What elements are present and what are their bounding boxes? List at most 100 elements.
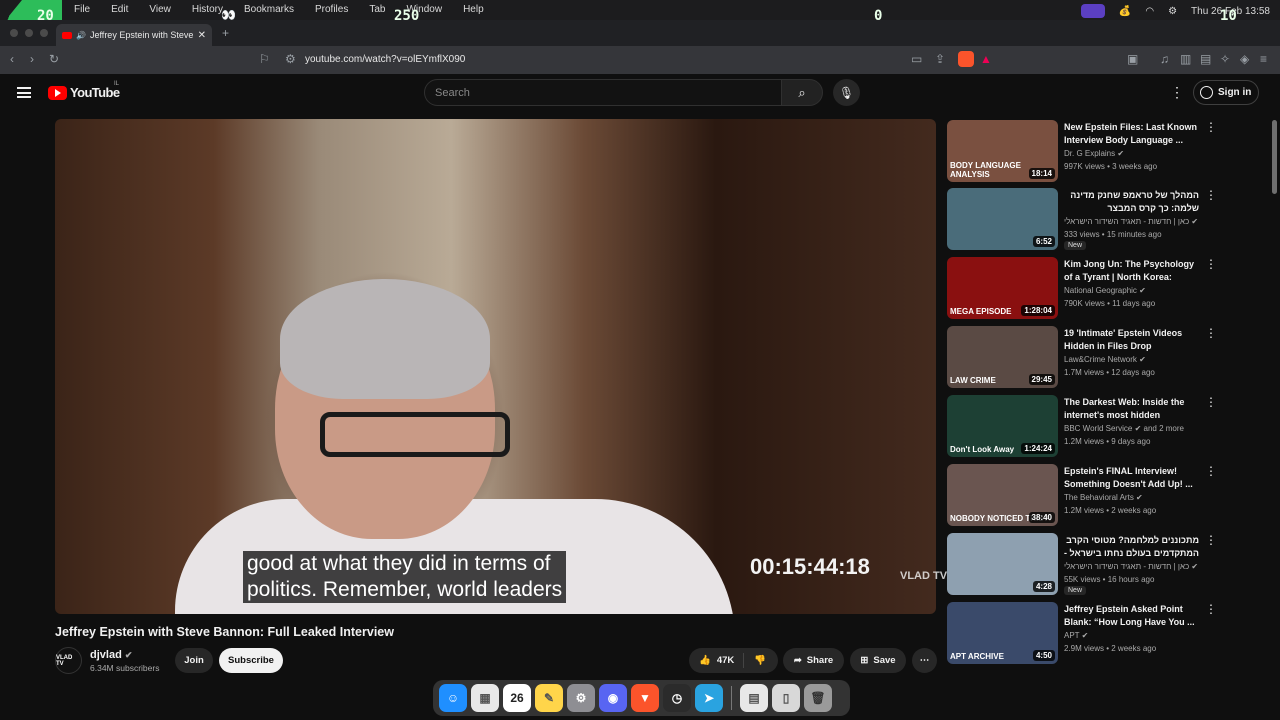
media-icon[interactable]: ♫: [1160, 52, 1169, 66]
calendar-icon[interactable]: 26: [503, 684, 531, 712]
brave-rewards-icon[interactable]: ▲: [980, 52, 992, 66]
recommendation-item[interactable]: NOBODY NOTICED THIS?! 38:40 Epstein's FINA…: [947, 464, 1277, 526]
more-options-icon[interactable]: ⋮: [1170, 84, 1184, 101]
launchpad-icon[interactable]: ▦: [471, 684, 499, 712]
recommendation-channel[interactable]: BBC World Service ✔ and 2 more: [1064, 424, 1184, 433]
recommendation-menu-icon[interactable]: ⋮: [1205, 395, 1217, 409]
leo-icon[interactable]: ✧: [1220, 52, 1230, 66]
recommendation-title[interactable]: 19 'Intimate' Epstein Videos Hidden in F…: [1064, 327, 1199, 353]
telegram-icon[interactable]: ➤: [695, 684, 723, 712]
address-bar[interactable]: youtube.com/watch?v=olEYmflX090: [305, 54, 465, 65]
menu-tab[interactable]: Tab: [369, 4, 385, 15]
wallet-icon[interactable]: ▤: [1200, 52, 1211, 66]
like-button[interactable]: 👍 47K: [689, 653, 744, 668]
wifi-icon[interactable]: ◠: [1145, 6, 1154, 17]
recommendation-item[interactable]: Don't Look Away 1:24:24 The Darkest Web: I…: [947, 395, 1277, 457]
recommendation-menu-icon[interactable]: ⋮: [1205, 120, 1217, 134]
browser-menu-icon[interactable]: ≡: [1260, 52, 1267, 66]
recommendation-title[interactable]: Kim Jong Un: The Psychology of a Tyrant …: [1064, 258, 1199, 284]
recommendation-thumbnail[interactable]: 6:52: [947, 188, 1058, 250]
recommendation-menu-icon[interactable]: ⋮: [1205, 533, 1217, 547]
recommendation-thumbnail[interactable]: NOBODY NOTICED THIS?! 38:40: [947, 464, 1058, 526]
recommendation-title[interactable]: New Epstein Files: Last Known Interview …: [1064, 121, 1199, 147]
recommendation-thumbnail[interactable]: MEGA EPISODE 1:28:04: [947, 257, 1058, 319]
recommendation-channel[interactable]: כאן | חדשות - תאגיד השידור הישראלי ✔: [1064, 562, 1198, 571]
recommendation-item[interactable]: 4:28 מתכוננים למלחמה? מטוסי הקרב המתקדמים…: [947, 533, 1277, 595]
youtube-logo[interactable]: YouTube IL: [48, 81, 120, 100]
recommendation-item[interactable]: 6:52 המהלך של טראמפ שחנק מדינה שלמה: כך ק…: [947, 188, 1277, 250]
speaker-icon[interactable]: 🔊: [76, 31, 86, 40]
recommendation-channel[interactable]: כאן | חדשות - תאגיד השידור הישראלי ✔: [1064, 217, 1198, 226]
recommendation-menu-icon[interactable]: ⋮: [1205, 257, 1217, 271]
search-icon[interactable]: ⌕: [781, 79, 823, 106]
close-tab-icon[interactable]: ✕: [198, 30, 206, 41]
recommendation-menu-icon[interactable]: ⋮: [1205, 602, 1217, 616]
window-icon[interactable]: ▤: [740, 684, 768, 712]
file-icon[interactable]: ▯: [772, 684, 800, 712]
recommendation-thumbnail[interactable]: BODY LANGUAGE ANALYSIS 18:14: [947, 120, 1058, 182]
more-actions-icon[interactable]: ⋯: [912, 648, 937, 673]
recommendation-thumbnail[interactable]: LAW CRIME 29:45: [947, 326, 1058, 388]
site-info-icon[interactable]: ⚙: [285, 52, 296, 66]
recommendation-item[interactable]: APT ARCHIVE 4:50 Jeffrey Epstein Asked Poi…: [947, 602, 1277, 664]
recommendation-title[interactable]: מתכוננים למלחמה? מטוסי הקרב המתקדמים בעו…: [1064, 534, 1199, 560]
guide-menu-icon[interactable]: [17, 87, 31, 98]
share-button[interactable]: ➦ Share: [783, 648, 844, 673]
recommendation-thumbnail[interactable]: Don't Look Away 1:24:24: [947, 395, 1058, 457]
finder-icon[interactable]: ☺: [439, 684, 467, 712]
new-tab-icon[interactable]: +: [222, 26, 229, 40]
recommendation-menu-icon[interactable]: ⋮: [1205, 326, 1217, 340]
control-center-icon[interactable]: ⚙: [1168, 6, 1177, 17]
recommendation-title[interactable]: The Darkest Web: Inside the internet's m…: [1064, 396, 1199, 422]
join-button[interactable]: Join: [175, 648, 213, 673]
recommendation-item[interactable]: LAW CRIME 29:45 19 'Intimate' Epstein Vide…: [947, 326, 1277, 388]
recommendation-channel[interactable]: APT ✔: [1064, 631, 1088, 640]
recommendation-title[interactable]: המהלך של טראמפ שחנק מדינה שלמה: כך קרס ה…: [1064, 189, 1199, 215]
recommendation-channel[interactable]: The Behavioral Arts ✔: [1064, 493, 1143, 502]
menu-profiles[interactable]: Profiles: [315, 4, 348, 15]
brave-shields-icon[interactable]: [958, 51, 974, 67]
bookmark-icon[interactable]: ⚐: [259, 52, 270, 66]
recommendation-thumbnail[interactable]: APT ARCHIVE 4:50: [947, 602, 1058, 664]
recommendation-item[interactable]: MEGA EPISODE 1:28:04 Kim Jong Un: The Psyc…: [947, 257, 1277, 319]
money-bag-icon[interactable]: 💰: [1119, 6, 1131, 17]
subscribe-button[interactable]: Subscribe: [219, 648, 283, 673]
active-tab[interactable]: 🔊 Jeffrey Epstein with Steve B ✕: [56, 24, 212, 46]
zoom-window-icon[interactable]: [40, 29, 48, 37]
save-button[interactable]: ⊞ Save: [850, 648, 906, 673]
recommendation-channel[interactable]: National Geographic ✔: [1064, 286, 1146, 295]
trash-icon[interactable]: 🗑: [804, 684, 832, 712]
cast-icon[interactable]: ▭: [911, 52, 922, 66]
scrollbar[interactable]: [1272, 120, 1277, 194]
menu-file[interactable]: File: [74, 4, 90, 15]
channel-avatar[interactable]: VLAD TV: [55, 647, 82, 674]
recommendation-thumbnail[interactable]: 4:28: [947, 533, 1058, 595]
menu-history[interactable]: History: [192, 4, 223, 15]
video-player[interactable]: [55, 119, 936, 614]
recommendation-menu-icon[interactable]: ⋮: [1205, 188, 1217, 202]
recommendation-channel[interactable]: Law&Crime Network ✔: [1064, 355, 1146, 364]
share-page-icon[interactable]: ⇪: [935, 52, 945, 66]
menu-bookmarks[interactable]: Bookmarks: [244, 4, 294, 15]
recommendation-title[interactable]: Epstein's FINAL Interview! Something Doe…: [1064, 465, 1199, 491]
reader-icon[interactable]: ▣: [1127, 52, 1138, 66]
status-app-icon[interactable]: [1080, 4, 1105, 18]
sidebar-icon[interactable]: ▥: [1180, 52, 1191, 66]
clock-icon[interactable]: ◷: [663, 684, 691, 712]
dislike-button[interactable]: 👎: [744, 655, 766, 666]
reload-icon[interactable]: ↻: [49, 52, 59, 66]
close-window-icon[interactable]: [10, 29, 18, 37]
microphone-icon[interactable]: 🎙: [833, 79, 860, 106]
brave-icon[interactable]: ▼: [631, 684, 659, 712]
vpn-icon[interactable]: ◈: [1240, 52, 1249, 66]
menu-view[interactable]: View: [149, 4, 171, 15]
settings-icon[interactable]: ⚙: [567, 684, 595, 712]
search-input[interactable]: Search: [424, 79, 782, 106]
menu-edit[interactable]: Edit: [111, 4, 128, 15]
back-icon[interactable]: ‹: [10, 52, 14, 66]
recommendation-menu-icon[interactable]: ⋮: [1205, 464, 1217, 478]
recommendation-channel[interactable]: Dr. G Explains ✔: [1064, 149, 1124, 158]
channel-name[interactable]: djvlad ✔: [90, 649, 132, 661]
notes-icon[interactable]: ✎: [535, 684, 563, 712]
recommendation-title[interactable]: Jeffrey Epstein Asked Point Blank: “How …: [1064, 603, 1199, 629]
